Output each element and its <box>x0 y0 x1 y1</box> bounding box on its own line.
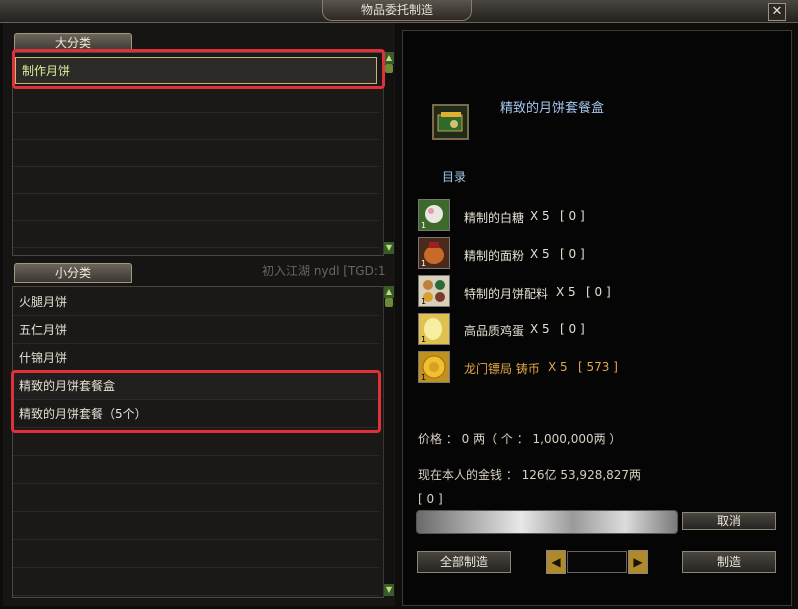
material-have: [ 0 ] <box>560 247 585 261</box>
material-qty: X 5 <box>556 285 576 299</box>
minor-item[interactable]: 什锦月饼 <box>13 345 379 372</box>
catalog-label: 目录 <box>442 170 467 184</box>
list-item-empty <box>13 221 379 248</box>
quantity-decrease-icon[interactable]: ◀ <box>546 550 566 574</box>
list-item-empty <box>13 194 379 221</box>
minor-item[interactable]: 五仁月饼 <box>13 317 379 344</box>
list-item-empty <box>13 457 379 484</box>
minor-list-scrollbar[interactable]: ▲ ▼ <box>383 286 394 596</box>
list-item-empty <box>13 485 379 512</box>
list-item-empty <box>13 569 379 596</box>
cancel-button[interactable]: 取消 <box>682 512 776 530</box>
window-title: 物品委托制造 <box>322 0 472 21</box>
list-item-empty <box>13 429 379 456</box>
material-have: [ 0 ] <box>560 322 585 336</box>
scroll-down-arrow-icon[interactable]: ▼ <box>384 584 394 596</box>
list-item-empty <box>13 113 379 140</box>
make-all-button[interactable]: 全部制造 <box>417 551 511 573</box>
list-item-empty <box>13 513 379 540</box>
coin-icon: 1 <box>418 351 450 383</box>
quantity-increase-icon[interactable]: ▶ <box>628 550 648 574</box>
tab-minor-category[interactable]: 小分类 <box>14 263 132 283</box>
scroll-up-arrow-icon[interactable]: ▲ <box>384 52 394 64</box>
material-qty: X 5 <box>530 209 550 223</box>
material-name: 高品质鸡蛋 <box>464 324 525 338</box>
material-name: 精制的白糖 <box>464 211 525 225</box>
price-text: 价格 ： 0 两（ 个 ： 1,000,000两 ） <box>418 432 622 446</box>
material-have: [ 573 ] <box>578 360 618 374</box>
scroll-thumb[interactable] <box>385 64 393 73</box>
material-qty: X 5 <box>530 322 550 336</box>
make-button[interactable]: 制造 <box>682 551 776 573</box>
mooncake-box-icon <box>432 104 469 140</box>
scroll-down-arrow-icon[interactable]: ▼ <box>384 242 394 254</box>
highlight-box-major <box>12 49 385 89</box>
sugar-icon: 1 <box>418 199 450 231</box>
material-name: 特制的月饼配料 <box>464 287 549 301</box>
material-qty: X 5 <box>548 360 568 374</box>
flour-icon: 1 <box>418 237 450 269</box>
list-item-empty <box>13 167 379 194</box>
money-text: 现在本人的金钱 ： 126亿 53,928,827两 <box>418 468 642 482</box>
scroll-thumb[interactable] <box>385 298 393 307</box>
minor-item[interactable]: 火腿月饼 <box>13 289 379 316</box>
material-have: [ 0 ] <box>560 209 585 223</box>
list-item-empty <box>13 86 379 113</box>
item-name: 精致的月饼套餐盒 <box>500 101 605 116</box>
progress-label: [ 0 ] <box>418 492 443 506</box>
highlight-box-minor <box>11 370 381 433</box>
material-qty: X 5 <box>530 247 550 261</box>
quantity-input[interactable] <box>567 551 627 573</box>
ingredients-icon: 1 <box>418 275 450 307</box>
scroll-up-arrow-icon[interactable]: ▲ <box>384 286 394 298</box>
close-button[interactable]: ✕ <box>768 3 786 21</box>
list-item-empty <box>13 140 379 167</box>
svg-text:1: 1 <box>421 259 426 268</box>
material-have: [ 0 ] <box>586 285 611 299</box>
background-game-text: 初入江湖 nydl [TGD:1 <box>262 264 386 278</box>
material-name: 精制的面粉 <box>464 249 525 263</box>
svg-text:1: 1 <box>421 373 426 382</box>
svg-text:1: 1 <box>421 335 426 344</box>
list-item-empty <box>13 541 379 568</box>
svg-text:1: 1 <box>421 297 426 306</box>
progress-bar <box>416 510 678 534</box>
egg-icon: 1 <box>418 313 450 345</box>
material-name: 龙门镖局 铸币 <box>464 362 540 376</box>
svg-text:1: 1 <box>421 221 426 230</box>
minor-category-list: 火腿月饼 五仁月饼 什锦月饼 精致的月饼套餐盒 精致的月饼套餐（5个） <box>12 286 384 598</box>
